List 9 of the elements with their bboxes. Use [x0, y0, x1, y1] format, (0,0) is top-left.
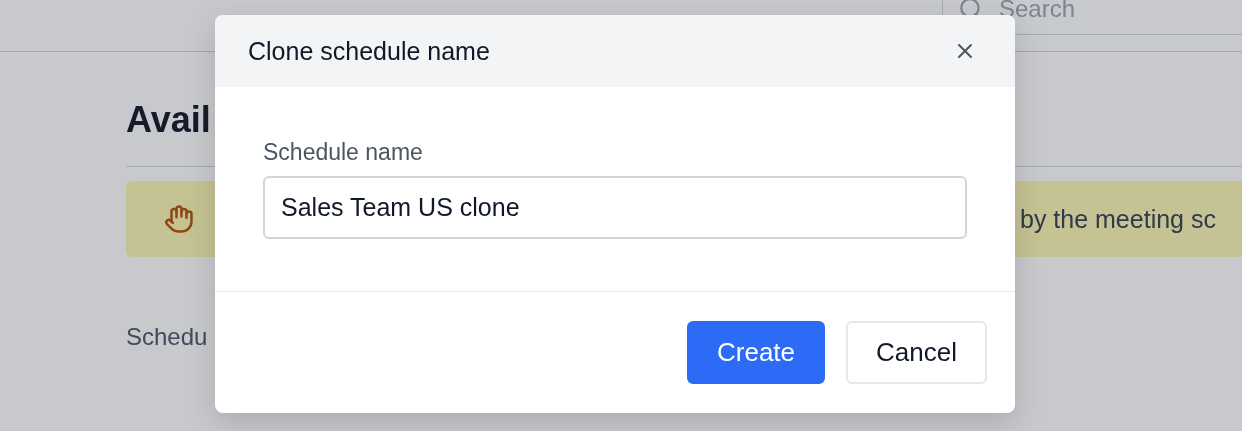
hand-icon [164, 204, 194, 234]
field-label: Schedule name [263, 139, 424, 166]
create-button[interactable]: Create [687, 321, 826, 384]
notice-text: by the meeting sc [1020, 204, 1216, 234]
page-heading: Avail [126, 100, 212, 140]
cancel-button[interactable]: Cancel [846, 321, 987, 384]
schedule-name-input[interactable]: Sales Team US clone [263, 176, 967, 239]
dialog-title: Clone schedule name [248, 36, 490, 66]
section-label: Schedu [126, 323, 209, 351]
